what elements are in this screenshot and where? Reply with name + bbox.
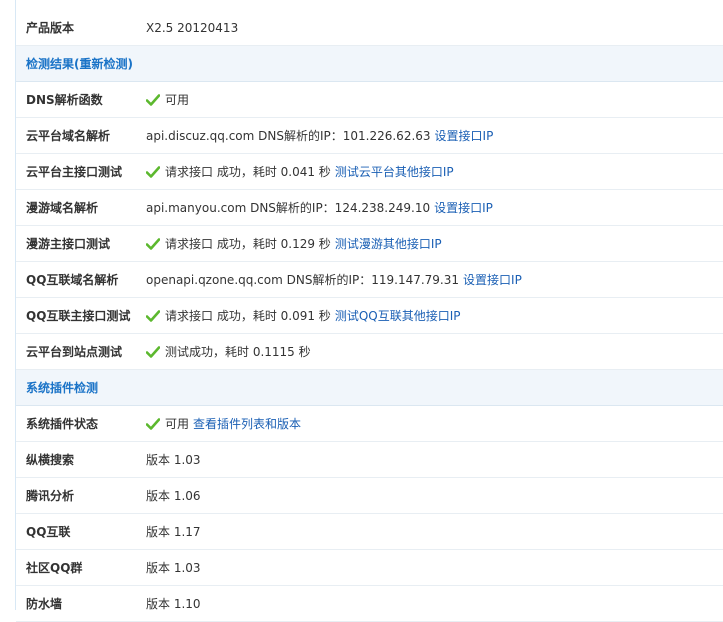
row-label: 系统插件状态: [26, 417, 99, 431]
table-row: 云平台到站点测试 测试成功，耗时 0.1115 秒: [16, 334, 723, 370]
row-action-link[interactable]: 设置接口IP: [434, 199, 493, 216]
table-row: 云平台域名解析 api.discuz.qq.com DNS解析的IP：101.22…: [16, 118, 723, 154]
row-value-cell: 版本 1.17: [146, 523, 723, 540]
row-value: 版本 1.03: [146, 561, 201, 575]
row-value: 请求接口 成功，耗时 0.091 秒: [165, 309, 331, 323]
row-value: api.discuz.qq.com DNS解析的IP：101.226.62.63: [146, 129, 431, 143]
row-value: 版本 1.06: [146, 489, 201, 503]
row-value: 版本 1.17: [146, 525, 201, 539]
row-label: 腾讯分析: [26, 489, 75, 503]
section-header: 检测结果(重新检测): [16, 46, 723, 82]
row-label: 社区QQ群: [26, 561, 83, 575]
row-value: openapi.qzone.qq.com DNS解析的IP：119.147.79…: [146, 273, 460, 287]
table-row: DNS解析函数 可用: [16, 82, 723, 118]
table-row: 纵横搜索 版本 1.03: [16, 442, 723, 478]
table-row: 防水墙 版本 1.10: [16, 586, 723, 622]
row-value-cell: 请求接口 成功，耗时 0.041 秒测试云平台其他接口IP: [146, 163, 723, 180]
table-row: 漫游域名解析 api.manyou.com DNS解析的IP：124.238.24…: [16, 190, 723, 226]
row-action-link[interactable]: 测试云平台其他接口IP: [335, 163, 454, 180]
row-value-cell: 可用: [146, 91, 723, 108]
section-title[interactable]: 系统插件检测: [16, 379, 98, 396]
row-label: 产品版本: [26, 21, 75, 35]
row-value: 可用: [165, 93, 190, 107]
row-value-cell: 请求接口 成功，耗时 0.129 秒测试漫游其他接口IP: [146, 235, 723, 252]
check-icon: [146, 345, 160, 358]
table-row: QQ互联域名解析 openapi.qzone.qq.com DNS解析的IP：11…: [16, 262, 723, 298]
row-value-cell: api.manyou.com DNS解析的IP：124.238.249.10 设置…: [146, 199, 723, 216]
check-icon: [146, 237, 160, 250]
check-icon: [146, 417, 160, 430]
table-row: 腾讯分析 版本 1.06: [16, 478, 723, 514]
table-row: QQ互联 版本 1.17: [16, 514, 723, 550]
row-label: 纵横搜索: [26, 453, 75, 467]
row-value: api.manyou.com DNS解析的IP：124.238.249.10: [146, 201, 431, 215]
row-action-link[interactable]: 设置接口IP: [463, 271, 522, 288]
row-value: 可用: [165, 417, 190, 431]
section-title[interactable]: 检测结果(重新检测): [16, 55, 133, 72]
table-row: 漫游主接口测试 请求接口 成功，耗时 0.129 秒测试漫游其他接口IP: [16, 226, 723, 262]
section-header: 系统插件检测: [16, 370, 723, 406]
row-value-cell: api.discuz.qq.com DNS解析的IP：101.226.62.63…: [146, 127, 723, 144]
diagnostics-panel: 产品版本 X2.5 20120413 检测结果(重新检测) DNS解析函数 可用 云平台域…: [0, 0, 723, 622]
row-label: QQ互联域名解析: [26, 273, 119, 287]
row-value: X2.5 20120413: [146, 20, 239, 35]
row-label: 云平台域名解析: [26, 129, 111, 143]
table-row: 产品版本 X2.5 20120413: [16, 10, 723, 46]
row-value: 版本 1.03: [146, 453, 201, 467]
row-value: 请求接口 成功，耗时 0.041 秒: [165, 165, 331, 179]
row-label: DNS解析函数: [26, 93, 103, 107]
row-action-link[interactable]: 查看插件列表和版本: [193, 415, 301, 432]
table-row: 社区QQ群 版本 1.03: [16, 550, 723, 586]
row-label: QQ互联: [26, 525, 71, 539]
check-icon: [146, 309, 160, 322]
row-value-cell: 版本 1.10: [146, 595, 723, 612]
row-label: QQ互联主接口测试: [26, 309, 131, 323]
table-row: 云平台主接口测试 请求接口 成功，耗时 0.041 秒测试云平台其他接口IP: [16, 154, 723, 190]
row-value-cell: 版本 1.03: [146, 559, 723, 576]
row-value-cell: 请求接口 成功，耗时 0.091 秒测试QQ互联其他接口IP: [146, 307, 723, 324]
row-label: 漫游域名解析: [26, 201, 99, 215]
row-label: 云平台到站点测试: [26, 345, 123, 359]
row-action-link[interactable]: 测试漫游其他接口IP: [335, 235, 442, 252]
table-row: 系统插件状态 可用 查看插件列表和版本: [16, 406, 723, 442]
check-icon: [146, 165, 160, 178]
row-label: 漫游主接口测试: [26, 237, 111, 251]
row-label: 防水墙: [26, 597, 63, 611]
row-action-link[interactable]: 设置接口IP: [435, 127, 494, 144]
row-value-cell: 版本 1.06: [146, 487, 723, 504]
row-value-cell: 版本 1.03: [146, 451, 723, 468]
check-icon: [146, 93, 160, 106]
row-value: 测试成功，耗时 0.1115 秒: [165, 345, 311, 359]
row-value-cell: openapi.qzone.qq.com DNS解析的IP：119.147.79…: [146, 271, 723, 288]
row-label: 云平台主接口测试: [26, 165, 123, 179]
row-action-link[interactable]: 测试QQ互联其他接口IP: [335, 307, 461, 324]
table-row: QQ互联主接口测试 请求接口 成功，耗时 0.091 秒测试QQ互联其他接口IP: [16, 298, 723, 334]
row-value-cell: 可用 查看插件列表和版本: [146, 415, 723, 432]
row-value-cell: X2.5 20120413: [146, 21, 723, 35]
row-value-cell: 测试成功，耗时 0.1115 秒: [146, 343, 723, 360]
row-value: 版本 1.10: [146, 597, 201, 611]
row-value: 请求接口 成功，耗时 0.129 秒: [165, 237, 331, 251]
